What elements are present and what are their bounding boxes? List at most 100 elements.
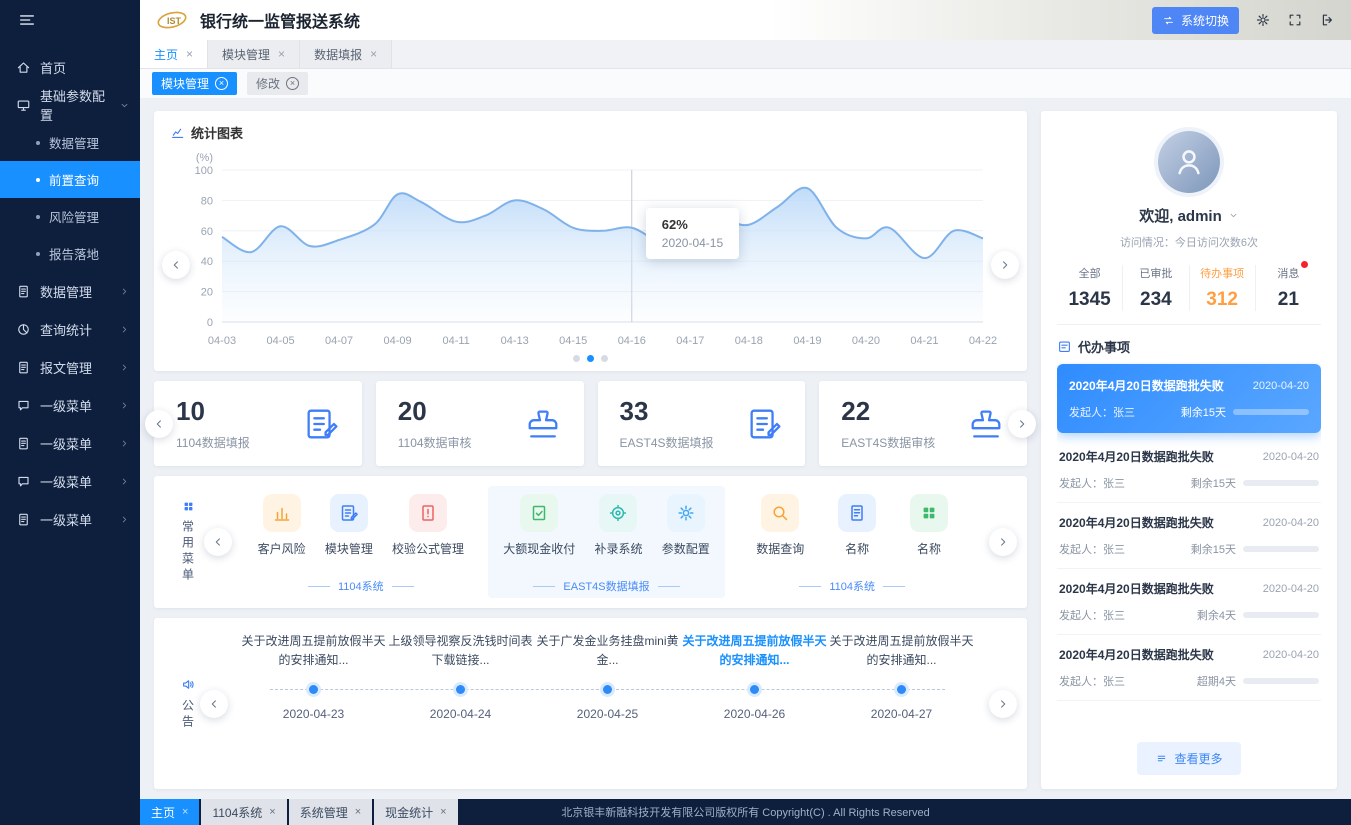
timeline-dot (603, 685, 612, 694)
pagination-dot[interactable] (573, 355, 580, 362)
statistics-chart-svg[interactable]: 020406080100(%)04-0304-0504-0704-0904-11… (170, 144, 1011, 352)
todo-sender: 发起人：张三 (1059, 475, 1125, 491)
sidebar-item-message-management[interactable]: 报文管理 (0, 348, 140, 386)
svg-text:04-11: 04-11 (442, 335, 469, 347)
announcement-item[interactable]: 关于广发金业务挂盘mini黄金... 2020-04-25 (534, 632, 681, 775)
todo-item[interactable]: 2020年4月20日数据跑批失败 2020-04-20 发起人：张三 超期4天 (1057, 635, 1321, 701)
stat-next-button[interactable] (1008, 410, 1036, 438)
chevron-left-icon (152, 417, 166, 431)
sidebar-item-level1-menu-2[interactable]: 一级菜单 (0, 424, 140, 462)
svg-text:0: 0 (207, 317, 213, 329)
announcements-prev-button[interactable] (200, 690, 228, 718)
tab-home[interactable]: 主页× (140, 40, 208, 68)
tab-data-filling[interactable]: 数据填报× (300, 40, 392, 68)
sidebar-subitem-front-query[interactable]: 前置查询 (0, 161, 140, 198)
pagination-dot-active[interactable] (587, 355, 594, 362)
quick-menu-item-param-config[interactable]: 参数配置 (662, 492, 710, 571)
bottom-tab-cash[interactable]: 现金统计× (374, 799, 457, 825)
todo-item[interactable]: 2020年4月20日数据跑批失败 2020-04-20 发起人：张三 剩余15天 (1057, 503, 1321, 569)
quick-menu-item-formula-check[interactable]: 校验公式管理 (392, 492, 464, 571)
quick-menu-next-button[interactable] (989, 528, 1017, 556)
avatar[interactable] (1158, 131, 1220, 193)
welcome-text: 欢迎, admin (1139, 205, 1222, 226)
sidebar-subitem-data-management[interactable]: 数据管理 (0, 124, 140, 161)
bottom-tab-1104[interactable]: 1104系统× (201, 799, 286, 825)
close-icon[interactable]: × (370, 47, 377, 61)
chart-prev-button[interactable] (162, 251, 190, 279)
close-icon[interactable]: × (182, 806, 188, 818)
close-icon[interactable]: × (440, 806, 446, 818)
caret-right-icon (119, 400, 130, 411)
todo-date: 2020-04-20 (1263, 649, 1319, 661)
chip-modify[interactable]: 修改× (247, 72, 308, 95)
close-icon[interactable]: × (355, 806, 361, 818)
pagination-dot[interactable] (601, 355, 608, 362)
close-icon[interactable]: × (278, 47, 285, 61)
sidebar-item-query-statistics[interactable]: 查询统计 (0, 310, 140, 348)
announcement-item[interactable]: 关于改进周五提前放假半天的安排通知... 2020-04-27 (828, 632, 975, 775)
quick-menu-item-data-query[interactable]: 数据查询 (756, 492, 804, 571)
settings-gear-icon[interactable] (1255, 12, 1271, 28)
fullscreen-icon[interactable] (1287, 12, 1303, 28)
bottom-tab-system[interactable]: 系统管理× (289, 799, 372, 825)
announcements-timeline: 关于改进周五提前放假半天的安排通知... 2020-04-23 上级领导视察反洗… (240, 632, 975, 775)
speaker-icon (181, 677, 196, 692)
announcements-next-button[interactable] (989, 690, 1017, 718)
chart-icon (170, 125, 185, 140)
todo-section-title: 代办事项 (1078, 337, 1130, 356)
swap-icon (1162, 14, 1175, 27)
announcement-item-highlighted[interactable]: 关于改进周五提前放假半天的安排通知... 2020-04-26 (681, 632, 828, 775)
todo-item-active[interactable]: 2020年4月20日数据跑批失败 2020-04-20 发起人：张三 剩余15天 (1057, 364, 1321, 433)
quick-menu-item-name-1[interactable]: 名称 (838, 492, 876, 571)
sidebar-item-base-config[interactable]: 基础参数配置 (0, 86, 140, 124)
logo: IST (154, 7, 190, 33)
quick-menu-item-customer-risk[interactable]: 客户风险 (258, 492, 306, 571)
sidebar-subitem-risk-management[interactable]: 风险管理 (0, 198, 140, 235)
view-more-button[interactable]: 查看更多 (1137, 742, 1240, 775)
stat-card-1104-review[interactable]: 20 1104数据审核 (376, 381, 584, 466)
announcement-item[interactable]: 上级领导视察反洗钱时间表下载链接... 2020-04-24 (387, 632, 534, 775)
sidebar-item-data-management[interactable]: 数据管理 (0, 272, 140, 310)
close-icon[interactable]: × (215, 77, 228, 90)
welcome-row[interactable]: 欢迎, admin (1057, 205, 1321, 226)
form-icon (745, 405, 783, 443)
bottom-tab-home[interactable]: 主页× (140, 799, 199, 825)
logout-icon[interactable] (1319, 12, 1335, 28)
stat-pending[interactable]: 待办事项 312 (1189, 265, 1255, 311)
chip-module-management[interactable]: 模块管理× (152, 72, 237, 95)
stat-card-east4s-review[interactable]: 22 EAST4S数据审核 (819, 381, 1027, 466)
stat-approved[interactable]: 已审批 234 (1122, 265, 1188, 311)
todo-item[interactable]: 2020年4月20日数据跑批失败 2020-04-20 发起人：张三 剩余15天 (1057, 437, 1321, 503)
sidebar-item-level1-menu-1[interactable]: 一级菜单 (0, 386, 140, 424)
quick-menu-item-module-management[interactable]: 模块管理 (325, 492, 373, 571)
sidebar-item-home[interactable]: 首页 (0, 48, 140, 86)
stat-messages[interactable]: 消息 21 (1255, 265, 1321, 311)
tab-module-management[interactable]: 模块管理× (208, 40, 300, 68)
todo-item[interactable]: 2020年4月20日数据跑批失败 2020-04-20 发起人：张三 剩余4天 (1057, 569, 1321, 635)
stat-all[interactable]: 全部 1345 (1057, 265, 1122, 311)
system-switch-button[interactable]: 系统切换 (1152, 7, 1239, 34)
stat-card-east4s-filling[interactable]: 33 EAST4S数据填报 (598, 381, 806, 466)
quick-menu-item-label: 补录系统 (594, 540, 642, 557)
quick-menu-item-supplement-system[interactable]: 补录系统 (594, 492, 642, 571)
sidebar-item-label: 一级菜单 (40, 396, 92, 415)
chart-next-button[interactable] (991, 251, 1019, 279)
quick-menu-item-cash-payment[interactable]: 大额现金收付 (503, 492, 575, 571)
close-icon[interactable]: × (186, 47, 193, 61)
stat-prev-button[interactable] (145, 410, 173, 438)
close-icon[interactable]: × (286, 77, 299, 90)
sidebar-item-label: 查询统计 (40, 320, 92, 339)
sidebar-subitem-report-landing[interactable]: 报告落地 (0, 235, 140, 272)
progress-bar (1243, 480, 1319, 486)
sidebar-item-level1-menu-4[interactable]: 一级菜单 (0, 500, 140, 538)
quick-menu-item-name-2[interactable]: 名称 (910, 492, 948, 571)
quick-menu-prev-button[interactable] (204, 528, 232, 556)
sidebar-item-level1-menu-3[interactable]: 一级菜单 (0, 462, 140, 500)
announcement-item[interactable]: 关于改进周五提前放假半天的安排通知... 2020-04-23 (240, 632, 387, 775)
close-icon[interactable]: × (269, 806, 275, 818)
svg-text:04-22: 04-22 (969, 335, 997, 347)
caret-down-icon[interactable] (1228, 210, 1239, 221)
hamburger-menu-icon[interactable] (18, 11, 36, 29)
todo-title: 2020年4月20日数据跑批失败 (1059, 514, 1214, 531)
stat-card-1104-filling[interactable]: 10 1104数据填报 (154, 381, 362, 466)
